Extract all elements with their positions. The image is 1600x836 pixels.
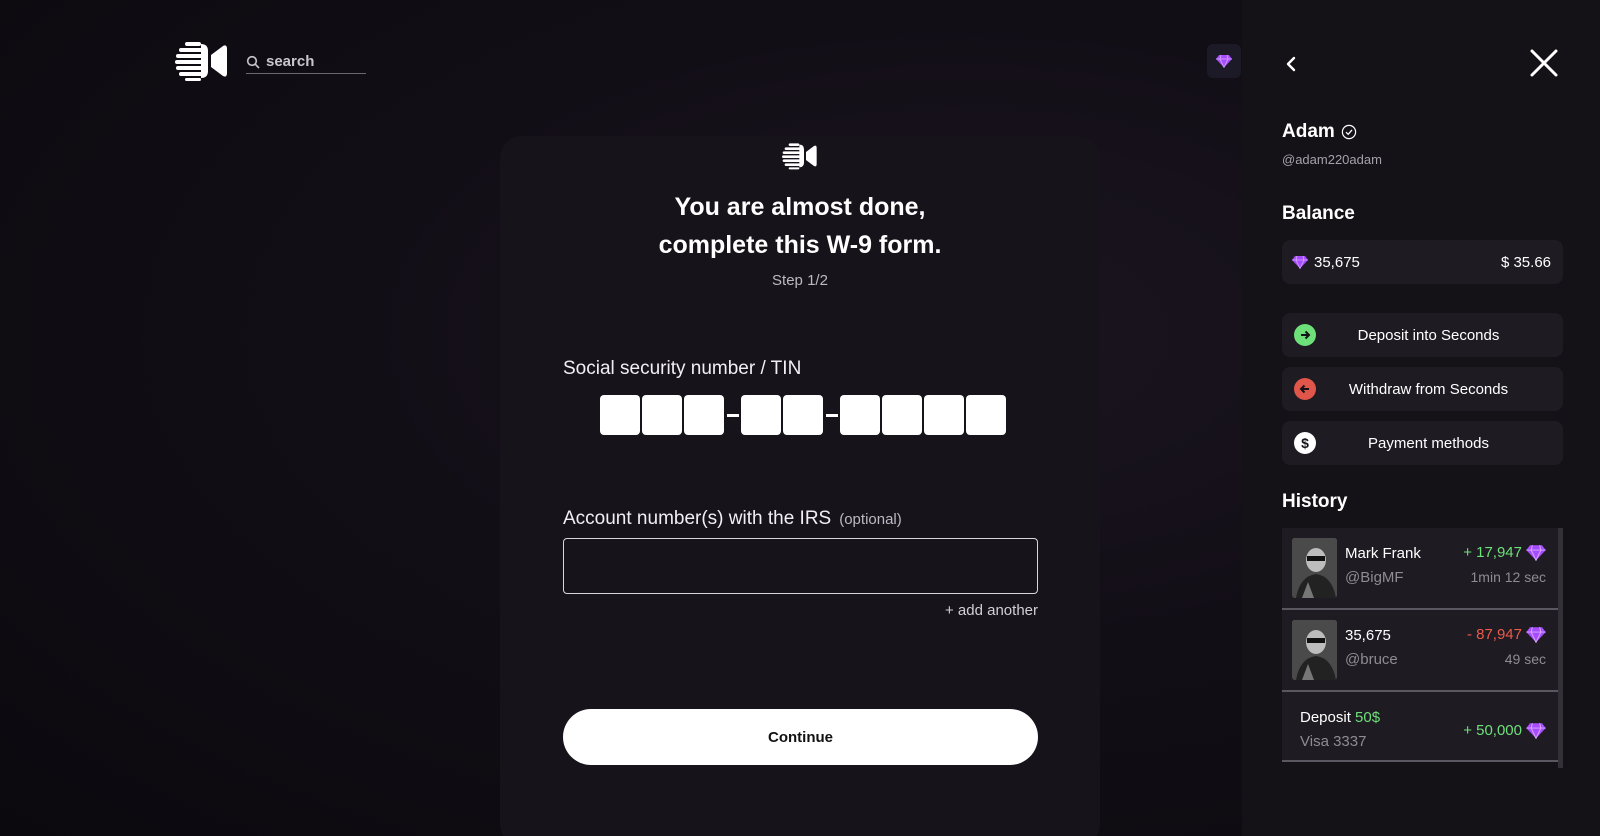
diamond-icon xyxy=(1292,255,1308,269)
dollar-circle-icon: $ xyxy=(1294,432,1316,454)
ssn-label: Social security number / TIN xyxy=(563,358,802,379)
deposit-button-label: Deposit into Seconds xyxy=(1357,326,1500,344)
balance-gems: 35,675 xyxy=(1314,253,1360,271)
w9-form-card: You are almost done, complete this W-9 f… xyxy=(500,136,1100,836)
history-amount-text: - 87,947 xyxy=(1466,626,1522,643)
deposit-usd: 50$ xyxy=(1355,709,1381,726)
app-logo-small-icon xyxy=(782,143,817,170)
payment-methods-button[interactable]: $ Payment methods xyxy=(1282,421,1563,465)
ssn-digit-7[interactable] xyxy=(882,395,922,435)
history-title: History xyxy=(1282,491,1348,512)
withdraw-button-label: Withdraw from Seconds xyxy=(1348,380,1509,398)
optional-hint: (optional) xyxy=(839,511,902,528)
diamond-icon xyxy=(1526,723,1546,739)
balance-box: 35,675 $ 35.66 xyxy=(1282,240,1563,284)
close-icon[interactable] xyxy=(1528,47,1560,79)
ssn-digit-9[interactable] xyxy=(966,395,1006,435)
chevron-left-icon[interactable] xyxy=(1280,52,1304,76)
ssn-digit-3[interactable] xyxy=(684,395,724,435)
history-amount: + 17,947 xyxy=(1463,544,1546,561)
diamond-icon xyxy=(1526,627,1546,643)
ssn-digit-8[interactable] xyxy=(924,395,964,435)
withdraw-button[interactable]: Withdraw from Seconds xyxy=(1282,367,1563,411)
gem-balance-button[interactable] xyxy=(1207,44,1241,78)
diamond-icon xyxy=(1216,54,1232,68)
continue-button[interactable]: Continue xyxy=(563,709,1038,765)
ssn-digit-1[interactable] xyxy=(600,395,640,435)
history-amount: - 87,947 xyxy=(1467,626,1546,643)
history-name: Mark Frank xyxy=(1345,545,1421,562)
history-row-deposit[interactable]: Deposit 50$ Visa 3337 + 50,000 xyxy=(1282,692,1558,762)
irs-account-label: Account number(s) with the IRS (optional… xyxy=(563,508,902,530)
arrow-left-circle-icon xyxy=(1294,378,1316,400)
history-row[interactable]: 35,675 @bruce - 87,947 49 sec xyxy=(1282,610,1558,692)
user-name-text: Adam xyxy=(1282,121,1335,142)
ssn-digit-6[interactable] xyxy=(840,395,880,435)
history-name: 35,675 xyxy=(1345,627,1391,644)
avatar xyxy=(1292,538,1337,598)
history-row[interactable]: Mark Frank @BigMF + 17,947 1min 12 sec xyxy=(1282,528,1558,610)
search-icon xyxy=(246,55,260,69)
ssn-digit-4[interactable] xyxy=(741,395,781,435)
avatar xyxy=(1292,620,1337,680)
deposit-amount-text: + 50,000 xyxy=(1463,722,1522,739)
search-placeholder: search xyxy=(266,53,315,70)
deposit-label: Deposit 50$ xyxy=(1300,709,1380,726)
form-title: You are almost done, complete this W-9 f… xyxy=(500,188,1100,264)
arrow-right-circle-icon xyxy=(1294,324,1316,346)
history-time: 49 sec xyxy=(1504,651,1546,667)
payment-methods-label: Payment methods xyxy=(1368,434,1489,452)
deposit-button[interactable]: Deposit into Seconds xyxy=(1282,313,1563,357)
ssn-separator xyxy=(727,413,739,417)
history-amount-text: + 17,947 xyxy=(1463,544,1522,561)
irs-account-label-text: Account number(s) with the IRS xyxy=(563,508,832,529)
diamond-icon xyxy=(1526,545,1546,561)
balance-usd: $ 35.66 xyxy=(1500,253,1551,271)
history-list[interactable]: Mark Frank @BigMF + 17,947 1min 12 sec 3… xyxy=(1282,528,1563,768)
form-title-line-2: complete this W-9 form. xyxy=(658,231,942,259)
history-handle: @bruce xyxy=(1345,651,1398,668)
verified-check-icon xyxy=(1341,124,1356,140)
ssn-digit-2[interactable] xyxy=(642,395,682,435)
history-time: 1min 12 sec xyxy=(1470,569,1546,585)
wallet-panel: Adam @adam220adam Balance 35,675 $ 35.66… xyxy=(1242,0,1600,836)
user-name: Adam xyxy=(1282,121,1357,143)
app-logo-icon[interactable] xyxy=(175,40,229,82)
search-field[interactable]: search xyxy=(246,50,366,74)
deposit-card: Visa 3337 xyxy=(1300,733,1367,750)
step-indicator: Step 1/2 xyxy=(772,272,828,289)
deposit-amount: + 50,000 xyxy=(1463,722,1546,739)
user-handle: @adam220adam xyxy=(1282,152,1382,167)
add-another-link[interactable]: + add another xyxy=(500,602,1038,619)
history-handle: @BigMF xyxy=(1345,569,1404,586)
ssn-input-group xyxy=(600,395,1008,435)
ssn-digit-5[interactable] xyxy=(783,395,823,435)
balance-title: Balance xyxy=(1282,203,1355,224)
ssn-separator xyxy=(826,413,838,417)
deposit-label-text: Deposit xyxy=(1300,709,1351,726)
form-title-line-1: You are almost done, xyxy=(674,193,926,221)
irs-account-input[interactable] xyxy=(563,538,1038,594)
